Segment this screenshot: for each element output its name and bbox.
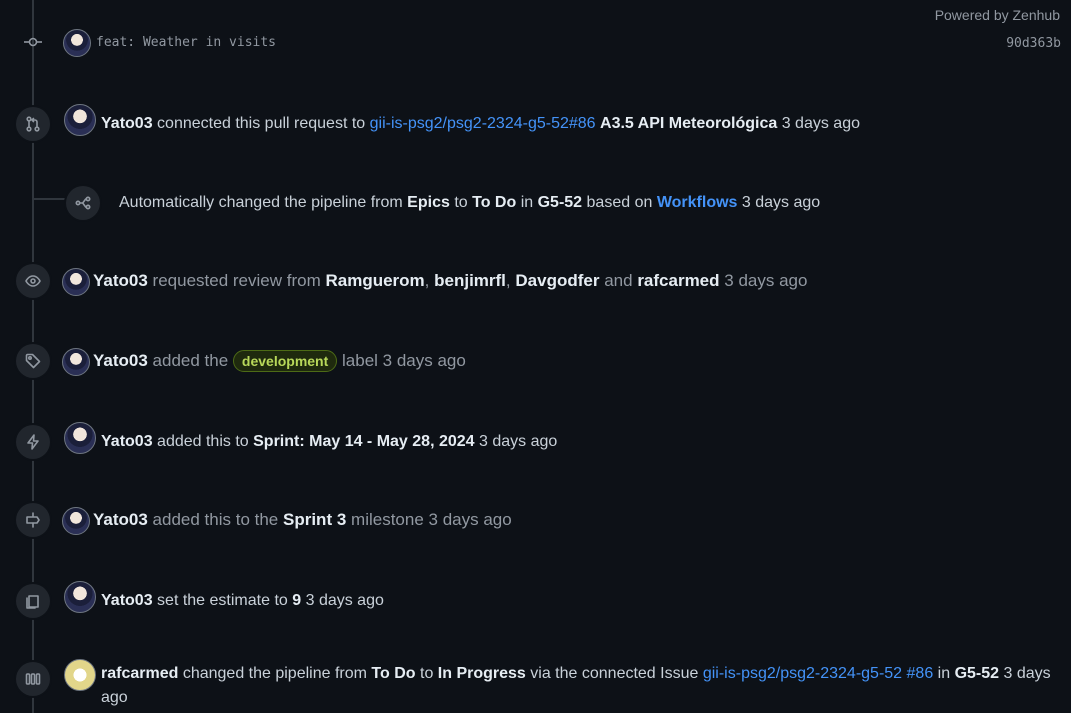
milestone-suffix: milestone (351, 510, 424, 529)
timestamp[interactable]: 3 days (1004, 665, 1051, 682)
pipeline-auto-text: Automatically changed the pipeline from … (119, 191, 820, 215)
sprint-text: Yato03 added this to Sprint: May 14 - Ma… (101, 430, 557, 454)
to-word: to (420, 665, 434, 682)
reviewer-link[interactable]: rafcarmed (637, 271, 719, 290)
user-link[interactable]: Yato03 (101, 115, 153, 132)
issue-link[interactable]: gii-is-psg2/psg2-2324-g5-52 #86 (703, 665, 933, 682)
timestamp-continued[interactable]: ago (101, 686, 128, 710)
git-commit-icon (24, 35, 42, 49)
workspace-name: G5-52 (954, 665, 1000, 682)
issue-link[interactable]: gii-is-psg2/psg2-2324-g5-52#86 (370, 115, 596, 132)
label-text: Yato03 added the development label 3 day… (93, 349, 466, 373)
connected-text: Yato03 connected this pull request to gi… (101, 112, 860, 136)
user-link[interactable]: rafcarmed (101, 665, 178, 682)
commit-message[interactable]: feat: Weather in visits (96, 31, 276, 55)
avatar[interactable] (62, 268, 90, 296)
action-text: changed the pipeline from (182, 665, 367, 682)
user-link[interactable]: Yato03 (93, 351, 148, 370)
tag-icon (16, 344, 50, 378)
pipeline-to: To Do (472, 194, 517, 211)
reviewer-link[interactable]: Davgodfer (515, 271, 599, 290)
workflows-link[interactable]: Workflows (657, 194, 738, 211)
action-text: added this to (157, 433, 249, 450)
to-word: to (454, 194, 468, 211)
action-text: set the estimate to (157, 592, 288, 609)
commit-sha[interactable]: 90d363b (1006, 36, 1061, 51)
user-link[interactable]: Yato03 (101, 433, 153, 450)
and-word: and (604, 271, 633, 290)
based-on: based on (586, 194, 653, 211)
timestamp[interactable]: 3 days ago (429, 510, 512, 529)
git-pull-request-icon (16, 107, 50, 141)
pipeline-to: In Progress (437, 665, 526, 682)
separator: , (505, 271, 511, 290)
via-text: via the connected Issue (530, 665, 699, 682)
reviewer-link[interactable]: Ramguerom (325, 271, 424, 290)
milestone-text: Yato03 added this to the Sprint 3 milest… (93, 508, 512, 532)
timestamp[interactable]: 3 days ago (724, 271, 807, 290)
avatar[interactable] (63, 29, 91, 57)
action-text: Automatically changed the pipeline from (119, 194, 403, 211)
avatar[interactable] (62, 507, 90, 535)
pipeline-conn-text: rafcarmed changed the pipeline from To D… (101, 662, 1051, 686)
sprint-name[interactable]: Sprint: May 14 - May 28, 2024 (253, 433, 474, 450)
pipeline-from: Epics (407, 194, 450, 211)
review-text: Yato03 requested review from Ramguerom, … (93, 269, 807, 293)
avatar[interactable] (62, 348, 90, 376)
avatar[interactable] (64, 581, 96, 613)
estimate-value: 9 (292, 592, 302, 609)
user-link[interactable]: Yato03 (93, 510, 148, 529)
milestone-link[interactable]: Sprint 3 (283, 510, 346, 529)
action-text: connected this pull request to (157, 115, 366, 132)
action-text: added this to the (152, 510, 279, 529)
workflow-icon (66, 186, 100, 220)
milestone-icon (16, 503, 50, 537)
branch-line (33, 198, 69, 200)
action-text: added the (152, 351, 229, 370)
in-word: in (520, 194, 534, 211)
pipeline-from: To Do (371, 665, 416, 682)
action-text: requested review from (152, 271, 321, 290)
timestamp[interactable]: 3 days ago (782, 115, 860, 132)
timestamp[interactable]: 3 days ago (306, 592, 384, 609)
columns-icon (16, 662, 50, 696)
avatar[interactable] (64, 104, 96, 136)
avatar[interactable] (64, 422, 96, 454)
issue-title[interactable]: A3.5 API Meteorológica (600, 115, 777, 132)
user-link[interactable]: Yato03 (101, 592, 153, 609)
zenhub-powered-by: Powered by Zenhub (934, 7, 1060, 23)
label-badge[interactable]: development (232, 350, 338, 372)
in-word: in (937, 665, 951, 682)
label-suffix: label (342, 351, 378, 370)
workspace-name: G5-52 (537, 194, 583, 211)
timestamp[interactable]: 3 days ago (383, 351, 466, 370)
user-link[interactable]: Yato03 (93, 271, 148, 290)
zap-icon (16, 425, 50, 459)
estimate-text: Yato03 set the estimate to 9 3 days ago (101, 589, 384, 613)
timestamp[interactable]: 3 days ago (479, 433, 557, 450)
copy-icon (16, 584, 50, 618)
separator: , (424, 271, 430, 290)
reviewer-link[interactable]: benjimrfl (434, 271, 506, 290)
avatar[interactable] (64, 659, 96, 691)
eye-icon (16, 264, 50, 298)
timestamp[interactable]: 3 days ago (742, 194, 820, 211)
